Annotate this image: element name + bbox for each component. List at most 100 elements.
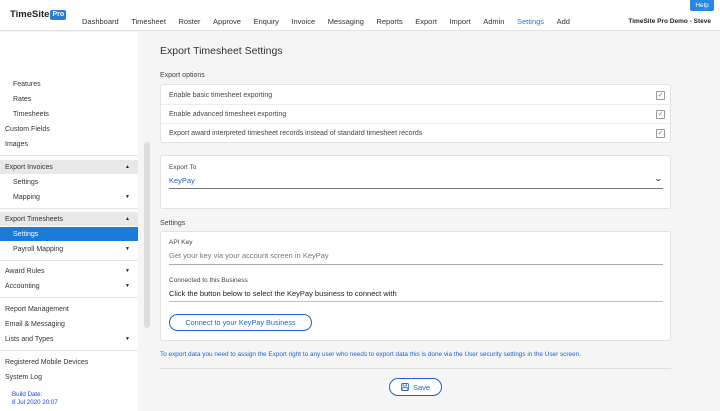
connected-business-field: Click the button below to select the Key… bbox=[169, 289, 397, 298]
nav-item-messaging[interactable]: Messaging bbox=[328, 17, 364, 26]
caret-up-icon: ▲ bbox=[125, 164, 130, 170]
build-label: Build Date: bbox=[12, 391, 43, 398]
sidebar-divider bbox=[0, 155, 138, 156]
save-label: Save bbox=[412, 382, 431, 392]
nav-item-settings[interactable]: Settings bbox=[517, 17, 544, 26]
sidebar-scrollbar[interactable] bbox=[144, 142, 150, 328]
nav-item-enquiry[interactable]: Enquiry bbox=[253, 17, 278, 26]
sidebar-item-label: Images bbox=[5, 140, 28, 148]
export-options-heading: Export options bbox=[160, 72, 205, 79]
sidebar-item-label: Export Timesheets bbox=[5, 215, 63, 223]
caret-down-icon: ▼ bbox=[125, 268, 130, 274]
sidebar-item-award-rules[interactable]: Award Rules ▼ bbox=[0, 264, 138, 278]
option-checkbox[interactable]: ✓ bbox=[656, 91, 665, 100]
chevron-down-icon[interactable]: ⌄ bbox=[654, 174, 663, 183]
sidebar-item-label: Lists and Types bbox=[5, 335, 54, 343]
nav-item-roster[interactable]: Roster bbox=[178, 17, 200, 26]
option-checkbox[interactable]: ✓ bbox=[656, 129, 665, 138]
logo-text: TimeSite bbox=[10, 9, 50, 20]
caret-down-icon: ▼ bbox=[125, 194, 130, 200]
sidebar-item-label: Mapping bbox=[13, 193, 40, 201]
nav-item-add[interactable]: Add bbox=[557, 17, 570, 26]
export-to-label: Export To bbox=[169, 164, 197, 171]
nav-item-export[interactable]: Export bbox=[415, 17, 437, 26]
sidebar-divider bbox=[0, 297, 138, 298]
caret-down-icon: ▼ bbox=[125, 246, 130, 252]
save-button[interactable]: Save bbox=[389, 378, 442, 396]
sidebar-group-export-timesheets[interactable]: Export Timesheets ▲ bbox=[0, 212, 138, 226]
nav-item-approve[interactable]: Approve bbox=[213, 17, 241, 26]
build-info: Build Date: 8 Jul 2020 20:07 bbox=[12, 391, 58, 407]
option-label: Enable basic timesheet exporting bbox=[169, 92, 273, 99]
sidebar-item-lists-types[interactable]: Lists and Types ▼ bbox=[0, 332, 138, 346]
page-title: Export Timesheet Settings bbox=[160, 45, 283, 57]
sidebar-item-label: Timesheets bbox=[13, 110, 49, 118]
user-menu[interactable]: TimeSite Pro Demo - Steve bbox=[628, 18, 711, 25]
nav-item-reports[interactable]: Reports bbox=[376, 17, 402, 26]
sidebar-item-timesheets[interactable]: Timesheets bbox=[0, 107, 138, 121]
api-key-label: API Key bbox=[169, 239, 193, 246]
sidebar-item-label: Custom Fields bbox=[5, 125, 50, 133]
sidebar-item-label: Report Management bbox=[5, 305, 69, 313]
option-row: Enable advanced timesheet exporting ✓ bbox=[161, 105, 672, 124]
settings-card: API Key Get your key via your account sc… bbox=[160, 231, 671, 341]
caret-down-icon: ▼ bbox=[125, 283, 130, 289]
api-key-underline bbox=[169, 264, 663, 265]
sidebar-item-label: Email & Messaging bbox=[5, 320, 65, 328]
top-navbar: TimeSite Pro Dashboard Timesheet Roster App… bbox=[0, 0, 720, 31]
sidebar-item-payroll-mapping[interactable]: Payroll Mapping ▼ bbox=[0, 242, 138, 256]
sidebar-item-label: Features bbox=[13, 80, 41, 88]
sidebar-item-label: Accounting bbox=[5, 282, 40, 290]
sidebar-item-registered-devices[interactable]: Registered Mobile Devices bbox=[0, 355, 138, 369]
save-icon bbox=[401, 383, 409, 391]
sidebar-item-label: Registered Mobile Devices bbox=[5, 358, 89, 366]
sidebar-item-label: Rates bbox=[13, 95, 32, 103]
connected-business-label: Connected to this Business bbox=[169, 277, 248, 284]
export-rights-info: To export data you need to assign the Ex… bbox=[160, 351, 581, 358]
sidebar-divider bbox=[0, 350, 138, 351]
help-button[interactable]: Help bbox=[690, 0, 714, 11]
sidebar-item-invoices-mapping[interactable]: Mapping ▼ bbox=[0, 190, 138, 204]
sidebar-item-images[interactable]: Images bbox=[0, 137, 138, 151]
sidebar-group-export-invoices[interactable]: Export Invoices ▲ bbox=[0, 160, 138, 174]
main-nav: Dashboard Timesheet Roster Approve Enquiry In… bbox=[82, 17, 582, 26]
sidebar-item-custom-fields[interactable]: Custom Fields bbox=[0, 122, 138, 136]
logo-pro-badge: Pro bbox=[50, 9, 67, 20]
settings-heading: Settings bbox=[160, 220, 186, 227]
export-to-select[interactable]: KeyPay bbox=[169, 176, 195, 185]
nav-item-invoice[interactable]: Invoice bbox=[291, 17, 315, 26]
option-label: Enable advanced timesheet exporting bbox=[169, 111, 287, 118]
build-date: 8 Jul 2020 20:07 bbox=[12, 399, 58, 406]
nav-item-admin[interactable]: Admin bbox=[483, 17, 504, 26]
sidebar-item-invoices-settings[interactable]: Settings bbox=[0, 175, 138, 189]
option-checkbox[interactable]: ✓ bbox=[656, 110, 665, 119]
connect-keypay-button[interactable]: Connect to your KeyPay Business bbox=[169, 314, 312, 331]
sidebar-divider bbox=[0, 208, 138, 209]
sidebar-item-label: Export Invoices bbox=[5, 163, 53, 171]
sidebar-item-email-messaging[interactable]: Email & Messaging bbox=[0, 317, 138, 331]
option-row: Export award interpreted timesheet recor… bbox=[161, 124, 672, 143]
caret-up-icon: ▲ bbox=[125, 216, 130, 222]
nav-item-dashboard[interactable]: Dashboard bbox=[82, 17, 119, 26]
nav-item-timesheet[interactable]: Timesheet bbox=[131, 17, 166, 26]
sidebar-divider bbox=[0, 260, 138, 261]
option-row: Enable basic timesheet exporting ✓ bbox=[161, 86, 672, 105]
sidebar-item-label: System Log bbox=[5, 373, 42, 381]
option-label: Export award interpreted timesheet recor… bbox=[169, 130, 423, 137]
sidebar-item-label: Settings bbox=[13, 230, 39, 238]
api-key-input[interactable]: Get your key via your account screen in … bbox=[169, 251, 329, 260]
app-logo[interactable]: TimeSite Pro bbox=[10, 9, 67, 20]
nav-item-import[interactable]: Import bbox=[449, 17, 470, 26]
sidebar-item-timesheets-settings[interactable]: Settings bbox=[0, 227, 138, 241]
export-to-card: Export To KeyPay ⌄ bbox=[160, 155, 671, 209]
sidebar-item-rates[interactable]: Rates bbox=[0, 92, 138, 106]
sidebar: Features Rates Timesheets Custom Fields … bbox=[0, 32, 138, 411]
sidebar-item-accounting[interactable]: Accounting ▼ bbox=[0, 279, 138, 293]
select-underline bbox=[169, 188, 663, 189]
sidebar-item-features[interactable]: Features bbox=[0, 77, 138, 91]
sidebar-item-label: Payroll Mapping bbox=[13, 245, 64, 253]
sidebar-item-label: Settings bbox=[13, 178, 39, 186]
sidebar-item-label: Award Rules bbox=[5, 267, 45, 275]
sidebar-item-report-management[interactable]: Report Management bbox=[0, 302, 138, 316]
sidebar-item-system-log[interactable]: System Log bbox=[0, 370, 138, 384]
